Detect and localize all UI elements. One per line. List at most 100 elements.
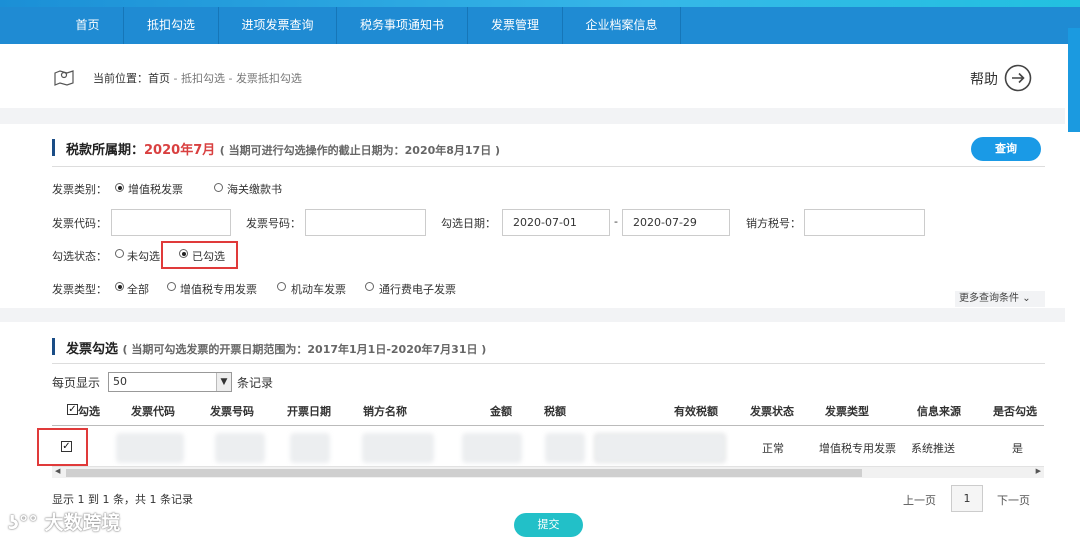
radio-unselected-label[interactable]: 未勾选 — [127, 248, 160, 264]
nav-deduction-select[interactable]: 抵扣勾选 — [124, 7, 219, 44]
per-page-select[interactable]: 50 ▼ — [108, 372, 232, 392]
dropdown-arrow-icon: ▼ — [216, 373, 231, 391]
per-page-label: 每页显示 — [52, 376, 101, 390]
invoice-category-label: 发票类别： — [52, 183, 107, 196]
more-conditions-toggle[interactable]: 更多查询条件 ⌄ — [955, 291, 1045, 307]
redacted-valid-tax — [594, 433, 726, 463]
chevron-down-icon: ⌄ — [1022, 293, 1031, 304]
section-marker — [52, 338, 55, 355]
table-header-divider — [52, 425, 1044, 426]
watermark-logo-icon: ʖ°° — [8, 512, 38, 534]
col-header-valid-tax[interactable]: 有效税额 — [674, 403, 718, 419]
row-type: 增值税专用发票 — [819, 442, 896, 455]
tax-period-note: ( 当期可进行勾选操作的截止日期为：2020年8月17日 ) — [219, 144, 501, 157]
col-header-select: 勾选 — [78, 405, 100, 418]
seller-tax-input[interactable] — [804, 209, 925, 236]
select-all-checkbox[interactable]: ✓ — [67, 404, 78, 415]
invoice-select-header: 发票勾选 ( 当期可勾选发票的开票日期范围为：2017年1月1日-2020年7月… — [66, 338, 486, 357]
scroll-left-icon[interactable]: ◀ — [55, 467, 60, 475]
divider — [52, 363, 1045, 364]
col-header-type[interactable]: 发票类型 — [825, 403, 869, 419]
breadcrumb: 当前位置：首页 - 抵扣勾选 - 发票抵扣勾选 — [93, 70, 302, 86]
seller-tax-label: 销方税号： — [746, 217, 801, 230]
breadcrumb-separator: - — [224, 72, 236, 85]
select-status-label: 勾选状态： — [52, 250, 107, 263]
radio-type-all-label[interactable]: 全部 — [127, 281, 149, 297]
radio-customs-payment-label[interactable]: 海关缴款书 — [227, 181, 282, 197]
breadcrumb-level1[interactable]: 抵扣勾选 — [181, 72, 225, 85]
radio-type-vat-special[interactable] — [167, 282, 176, 291]
section-gap — [0, 108, 1065, 124]
select-date-label: 勾选日期： — [441, 217, 496, 230]
col-header-tax[interactable]: 税额 — [544, 403, 566, 419]
prev-page-link[interactable]: 上一页 — [903, 492, 936, 508]
breadcrumb-level2: 发票抵扣勾选 — [235, 72, 302, 85]
radio-vat-invoice[interactable] — [115, 183, 124, 192]
redacted-invoice-number — [215, 433, 265, 463]
per-page-value: 50 — [113, 375, 127, 388]
nav-tax-notice[interactable]: 税务事项通知书 — [337, 7, 468, 44]
watermark-text: 大数跨境 — [44, 512, 121, 534]
records-label: 条记录 — [237, 376, 274, 390]
redacted-seller-name — [362, 433, 434, 463]
invoice-code-input[interactable] — [111, 209, 231, 236]
invoice-number-label: 发票号码： — [246, 217, 301, 230]
help-link[interactable]: 帮助 — [970, 69, 998, 89]
arrow-right-circle-icon[interactable] — [1004, 64, 1032, 92]
col-header-invoice-code[interactable]: 发票代码 — [131, 403, 175, 419]
redacted-amount — [462, 433, 522, 463]
radio-type-all[interactable] — [115, 282, 124, 291]
row-status: 正常 — [762, 442, 784, 455]
query-button[interactable]: 查询 — [971, 137, 1041, 161]
col-header-invoice-number[interactable]: 发票号码 — [210, 403, 254, 419]
nav-invoice-management[interactable]: 发票管理 — [468, 7, 563, 44]
col-header-status[interactable]: 发票状态 — [750, 403, 794, 419]
radio-vat-invoice-label[interactable]: 增值税发票 — [128, 181, 183, 197]
redacted-invoice-code — [116, 433, 184, 463]
invoice-select-note: ( 当期可勾选发票的开票日期范围为：2017年1月1日-2020年7月31日 ) — [122, 343, 487, 356]
side-scroll-tab[interactable] — [1068, 28, 1080, 132]
pagination-summary: 显示 1 到 1 条，共 1 条记录 — [52, 493, 193, 506]
invoice-select-title: 发票勾选 — [66, 342, 119, 357]
top-accent-strip — [0, 0, 1080, 7]
location-map-icon — [54, 70, 74, 86]
date-to-input[interactable]: 2020-07-29 — [622, 209, 730, 236]
radio-type-vat-special-label[interactable]: 增值税专用发票 — [180, 281, 257, 297]
date-separator: - — [614, 215, 618, 228]
next-page-link[interactable]: 下一页 — [997, 492, 1030, 508]
scroll-right-icon[interactable]: ▶ — [1036, 467, 1041, 475]
invoice-type-label: 发票类型： — [52, 283, 107, 296]
date-from-input[interactable]: 2020-07-01 — [502, 209, 610, 236]
radio-type-toll-label[interactable]: 通行费电子发票 — [379, 281, 456, 297]
radio-type-toll[interactable] — [365, 282, 374, 291]
radio-type-vehicle[interactable] — [277, 282, 286, 291]
nav-enterprise-profile[interactable]: 企业档案信息 — [563, 7, 681, 44]
current-page[interactable]: 1 — [951, 485, 983, 512]
nav-home[interactable]: 首页 — [52, 7, 124, 44]
horizontal-scrollbar[interactable]: ◀ ▶ — [52, 466, 1044, 478]
redacted-issue-date — [290, 433, 330, 463]
more-conditions-label: 更多查询条件 — [959, 293, 1019, 304]
highlight-box-row-checkbox — [37, 428, 88, 466]
col-header-seller-name[interactable]: 销方名称 — [363, 403, 407, 419]
radio-type-vehicle-label[interactable]: 机动车发票 — [291, 281, 346, 297]
tax-period-header: 税款所属期：2020年7月 ( 当期可进行勾选操作的截止日期为：2020年8月1… — [66, 139, 500, 158]
breadcrumb-home[interactable]: 首页 — [148, 72, 170, 85]
col-header-amount[interactable]: 金额 — [490, 403, 512, 419]
nav-input-invoice-query[interactable]: 进项发票查询 — [219, 7, 337, 44]
row-is-selected: 是 — [1012, 442, 1023, 455]
scrollbar-thumb[interactable] — [66, 469, 862, 477]
radio-customs-payment[interactable] — [214, 183, 223, 192]
submit-button[interactable]: 提交 — [514, 513, 583, 537]
breadcrumb-separator: - — [170, 72, 181, 85]
tax-period-title: 税款所属期： — [66, 143, 145, 158]
main-nav: 首页 抵扣勾选 进项发票查询 税务事项通知书 发票管理 企业档案信息 — [0, 7, 1080, 44]
col-header-issue-date[interactable]: 开票日期 — [287, 403, 331, 419]
col-header-source[interactable]: 信息来源 — [917, 403, 961, 419]
invoice-number-input[interactable] — [305, 209, 426, 236]
row-source: 系统推送 — [911, 442, 955, 455]
highlight-box-status — [161, 241, 238, 269]
col-header-is-selected[interactable]: 是否勾选 — [993, 403, 1037, 419]
section-marker — [52, 139, 55, 156]
radio-unselected[interactable] — [115, 249, 124, 258]
